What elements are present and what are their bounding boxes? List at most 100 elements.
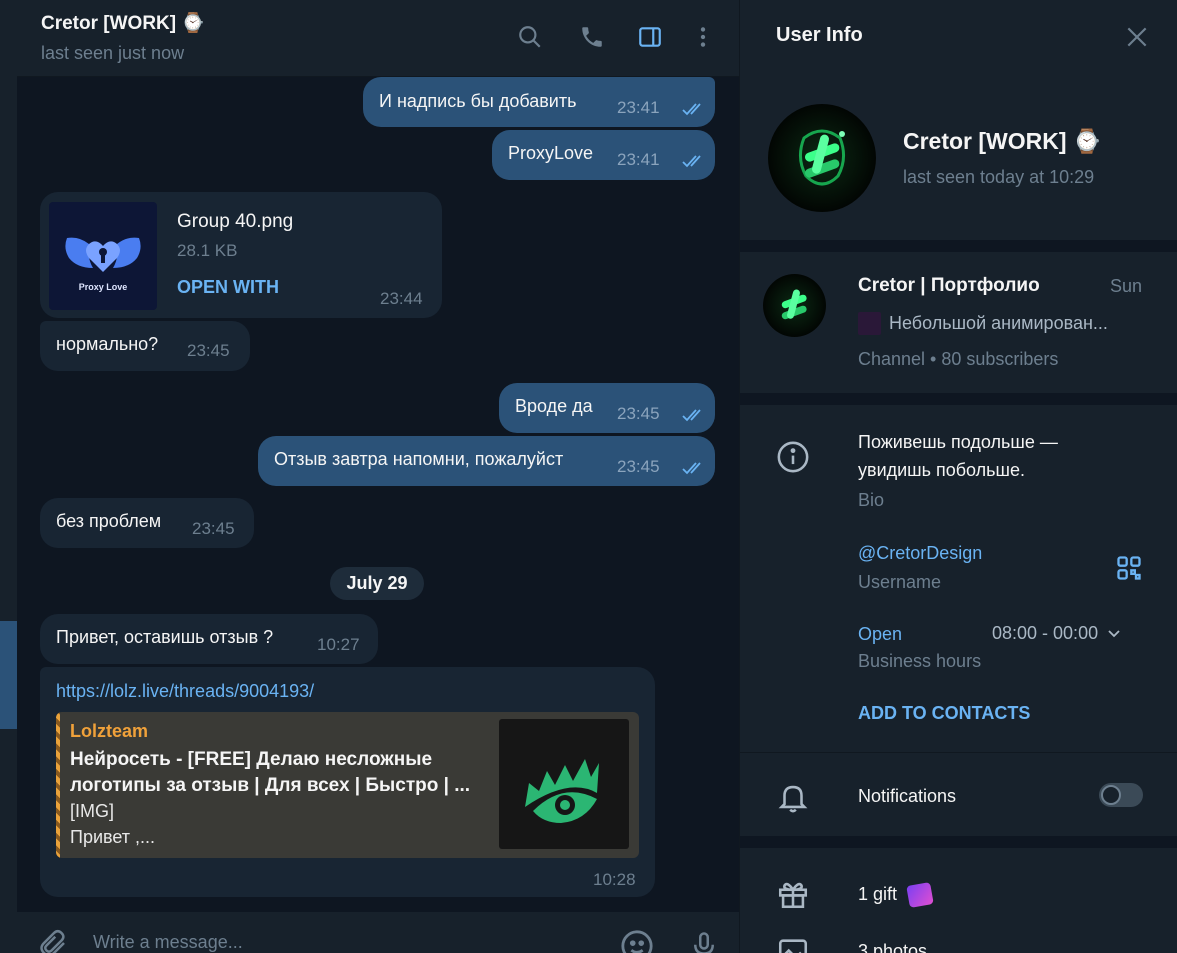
channel-date: Sun bbox=[1110, 276, 1143, 296]
username-link[interactable]: @CretorDesign bbox=[858, 539, 982, 567]
profile-name: Cretor [WORK] ⌚ bbox=[903, 128, 1102, 154]
message-time: 23:45 bbox=[617, 457, 660, 476]
message-text: И надпись бы добавить bbox=[379, 91, 577, 111]
business-hours-status[interactable]: Open bbox=[858, 620, 902, 648]
attach-icon[interactable] bbox=[39, 928, 69, 953]
preview-description-line: [IMG] bbox=[70, 801, 114, 821]
emoji-icon[interactable] bbox=[620, 929, 654, 953]
channel-avatar-graphic-icon bbox=[781, 289, 807, 320]
business-hours-label: Business hours bbox=[858, 651, 982, 671]
bio-line: Поживешь подольше — bbox=[858, 432, 1058, 452]
more-menu-icon[interactable] bbox=[688, 22, 718, 52]
channel-name: Cretor | Портфолио bbox=[858, 275, 1040, 296]
preview-site-name: Lolzteam bbox=[70, 721, 149, 741]
user-info-panel: User Info Cretor [WORK] ⌚ last seen toda… bbox=[739, 0, 1177, 953]
chevron-down-icon bbox=[1108, 630, 1120, 638]
message-incoming[interactable]: без проблем 23:45 bbox=[40, 498, 254, 548]
chat-header[interactable]: Cretor [WORK] ⌚ last seen just now bbox=[17, 0, 739, 77]
selected-chat-indicator[interactable] bbox=[0, 621, 17, 729]
message-text: без проблем bbox=[56, 511, 162, 531]
channel-avatar[interactable] bbox=[763, 274, 826, 337]
message-outgoing[interactable]: ProxyLove 23:41 bbox=[492, 130, 715, 180]
message-time: 23:44 bbox=[380, 289, 423, 308]
message-time: 23:45 bbox=[617, 404, 660, 423]
gift-sticker-icon bbox=[906, 882, 934, 909]
section-divider bbox=[740, 836, 1177, 848]
file-thumbnail[interactable]: Proxy Love bbox=[49, 202, 157, 310]
phone-icon[interactable] bbox=[577, 22, 607, 52]
qr-code-icon[interactable] bbox=[1115, 554, 1143, 582]
thumbnail-caption: Proxy Love bbox=[78, 282, 128, 292]
message-list[interactable]: И надпись бы добавить 23:41 ProxyLove 23… bbox=[17, 77, 739, 912]
preview-accent-bar bbox=[56, 712, 60, 858]
add-to-contacts-button[interactable]: ADD TO CONTACTS bbox=[858, 703, 1030, 724]
business-hours-text: 08:00 - 00:00 bbox=[992, 623, 1099, 643]
preview-description: [IMG] Привет ,... bbox=[70, 798, 490, 850]
link-message[interactable]: https://lolz.live/threads/9004193/ Lolzt… bbox=[40, 667, 655, 897]
microphone-icon[interactable] bbox=[689, 929, 719, 953]
avatar[interactable] bbox=[768, 104, 876, 212]
message-outgoing[interactable]: Отзыв завтра напомни, пожалуйст 23:45 bbox=[258, 436, 715, 486]
message-incoming[interactable]: нормально? 23:45 bbox=[40, 321, 250, 371]
lolzteam-logo-icon bbox=[525, 759, 599, 823]
message-input[interactable] bbox=[93, 932, 573, 953]
notifications-label: Notifications bbox=[858, 786, 957, 806]
link-preview[interactable]: Lolzteam Нейросеть - [FREE] Делаю неслож… bbox=[56, 712, 639, 858]
message-incoming[interactable]: Привет, оставишь отзыв ? 10:27 bbox=[40, 614, 378, 664]
file-message[interactable]: Proxy Love Group 40.png 28.1 KB OPEN WIT… bbox=[40, 192, 442, 318]
message-time: 10:27 bbox=[317, 635, 360, 654]
file-name: Group 40.png bbox=[177, 211, 294, 232]
sidebar-toggle-icon[interactable] bbox=[635, 22, 665, 52]
message-composer bbox=[17, 912, 739, 953]
message-text: Привет, оставишь отзыв ? bbox=[56, 627, 274, 647]
message-time: 23:41 bbox=[617, 150, 660, 169]
date-separator: July 29 bbox=[330, 567, 424, 600]
telegram-window: Cretor [WORK] ⌚ last seen just now И над… bbox=[0, 0, 1177, 953]
search-icon[interactable] bbox=[515, 22, 545, 52]
read-receipt-icon bbox=[682, 103, 701, 116]
read-receipt-icon bbox=[682, 462, 701, 475]
message-text: Вроде да bbox=[515, 396, 593, 416]
message-time: 23:45 bbox=[187, 341, 230, 360]
read-receipt-icon bbox=[682, 155, 701, 168]
message-outgoing[interactable]: Вроде да 23:45 bbox=[499, 383, 715, 433]
message-text: ProxyLove bbox=[508, 143, 594, 163]
gifts-row[interactable]: 1 gift bbox=[858, 880, 934, 909]
notifications-toggle[interactable] bbox=[1099, 783, 1143, 807]
photos-count[interactable]: 3 photos bbox=[858, 937, 927, 953]
business-hours-value[interactable]: 08:00 - 00:00 bbox=[992, 623, 1121, 644]
close-icon[interactable] bbox=[1124, 24, 1150, 50]
bio-text: Поживешь подольше — увидишь побольше. bbox=[858, 428, 1058, 484]
bell-icon bbox=[778, 785, 808, 813]
proxy-love-logo-icon bbox=[65, 237, 141, 272]
avatar-graphic-icon bbox=[799, 129, 845, 186]
photo-icon bbox=[778, 939, 808, 953]
gifts-count: 1 gift bbox=[858, 884, 898, 904]
section-divider bbox=[740, 752, 1177, 753]
message-outgoing[interactable]: И надпись бы добавить 23:41 bbox=[363, 77, 715, 127]
chat-title[interactable]: Cretor [WORK] ⌚ bbox=[41, 11, 205, 35]
toggle-knob bbox=[1101, 785, 1121, 805]
message-text: Отзыв завтра напомни, пожалуйст bbox=[274, 449, 564, 469]
message-text: нормально? bbox=[56, 334, 159, 354]
info-panel-title: User Info bbox=[776, 24, 863, 46]
message-link[interactable]: https://lolz.live/threads/9004193/ bbox=[56, 681, 314, 702]
message-time: 23:41 bbox=[617, 98, 660, 117]
bio-label: Bio bbox=[858, 490, 885, 510]
chat-panel: Cretor [WORK] ⌚ last seen just now И над… bbox=[17, 0, 739, 953]
info-icon bbox=[777, 441, 809, 473]
channel-last-message: Небольшой анимирован... bbox=[889, 313, 1108, 333]
channel-meta: Channel • 80 subscribers bbox=[858, 349, 1059, 369]
read-receipt-icon bbox=[682, 409, 701, 422]
file-size: 28.1 KB bbox=[177, 241, 238, 260]
preview-title: Нейросеть - [FREE] Делаю несложные логот… bbox=[70, 749, 471, 796]
message-time: 23:45 bbox=[192, 519, 235, 538]
open-with-button[interactable]: OPEN WITH bbox=[177, 277, 279, 298]
preview-image[interactable] bbox=[499, 719, 629, 849]
section-divider bbox=[740, 393, 1177, 405]
bio-line: увидишь побольше. bbox=[858, 460, 1026, 480]
chat-list-edge bbox=[0, 0, 17, 953]
message-time: 10:28 bbox=[593, 870, 636, 889]
profile-last-seen: last seen today at 10:29 bbox=[903, 167, 1095, 187]
channel-message-thumbnail bbox=[858, 312, 881, 335]
